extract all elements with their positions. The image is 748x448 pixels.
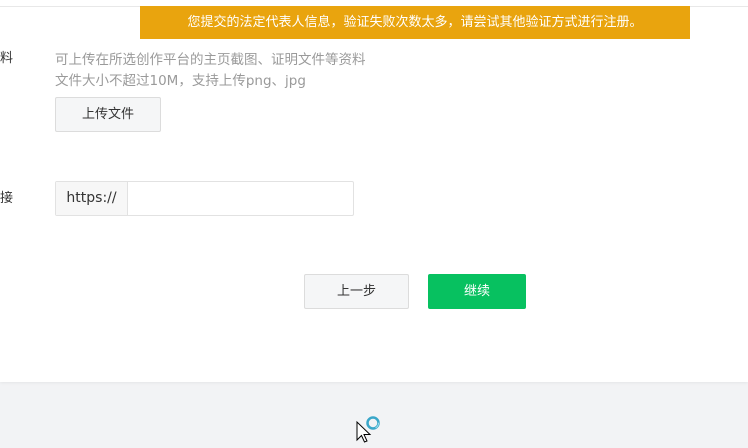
form-card: 您提交的法定代表人信息，验证失败次数太多，请尝试其他验证方式进行注册。 资料 可… <box>0 0 748 382</box>
link-label: 链接 <box>0 191 14 206</box>
previous-step-button[interactable]: 上一步 <box>304 274 409 309</box>
url-input-group: https:// <box>55 181 354 216</box>
materials-hint-line2: 文件大小不超过10M，支持上传png、jpg <box>55 73 306 89</box>
materials-label: 资料 <box>0 51 14 66</box>
url-prefix: https:// <box>56 182 128 215</box>
continue-button[interactable]: 继续 <box>428 274 526 309</box>
error-notice-banner: 您提交的法定代表人信息，验证失败次数太多，请尝试其他验证方式进行注册。 <box>140 6 690 39</box>
upload-file-button[interactable]: 上传文件 <box>55 97 161 132</box>
materials-hint-line1: 可上传在所选创作平台的主页截图、证明文件等资料 <box>55 52 366 68</box>
url-input[interactable] <box>128 182 352 215</box>
busy-pointer-icon <box>356 416 380 443</box>
